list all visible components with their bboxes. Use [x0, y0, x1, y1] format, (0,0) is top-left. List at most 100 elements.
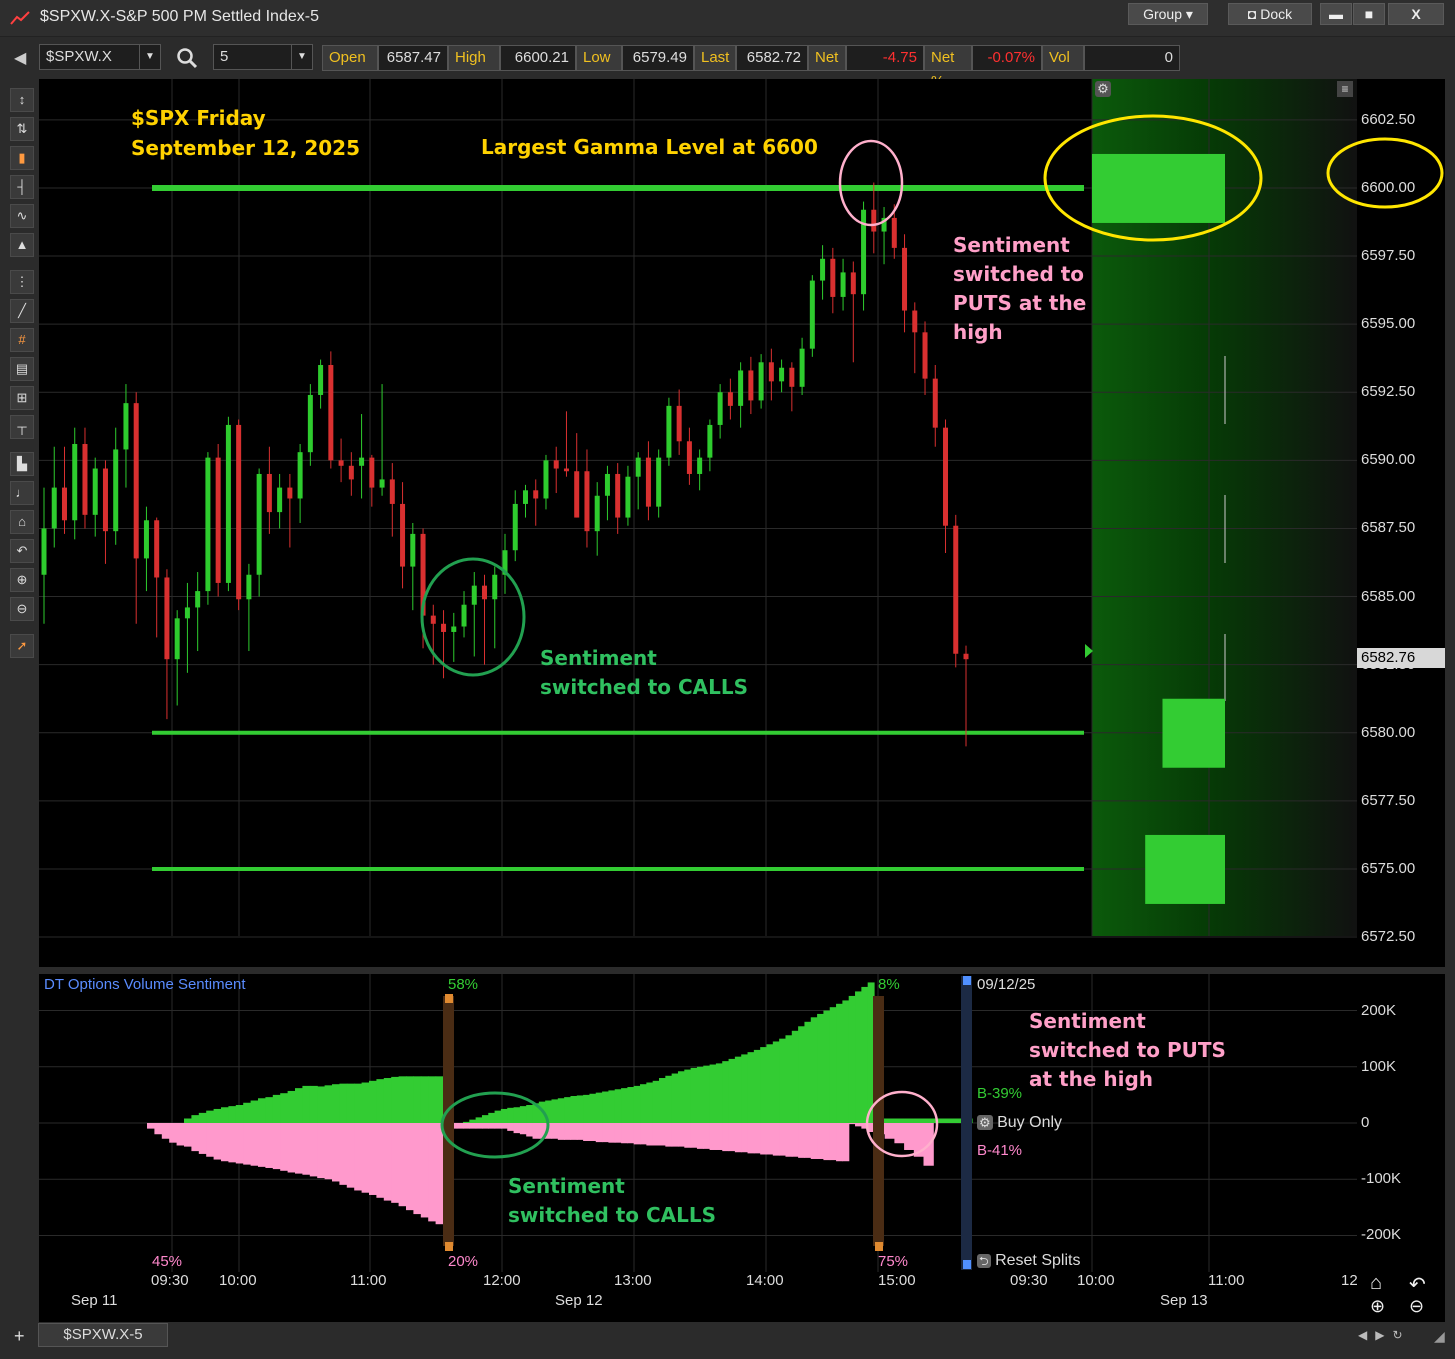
put-volume-bar — [570, 1123, 578, 1140]
zoom-in-icon[interactable]: ⊕ — [10, 568, 34, 592]
put-volume-bar — [456, 1123, 464, 1129]
candle-body — [348, 465, 354, 480]
put-volume-bar — [722, 1123, 730, 1152]
candle-body — [389, 479, 395, 504]
scroll-controls[interactable]: ◀▶↻ — [1358, 1328, 1411, 1342]
call-volume-bar — [206, 1110, 215, 1123]
time-tick: 13:00 — [614, 1272, 652, 1289]
search-icon[interactable] — [176, 47, 198, 69]
undo-icon[interactable]: ↶ — [10, 539, 34, 563]
puts-annotation: Sentiment switched to PUTS at the high — [953, 231, 1086, 347]
zoom-out-icon[interactable]: ⊖ — [1409, 1296, 1424, 1317]
minimize-button[interactable]: ▬ — [1320, 3, 1352, 25]
table-icon[interactable]: ▤ — [10, 357, 34, 381]
candle-body — [533, 490, 539, 499]
put-volume-bar — [184, 1123, 192, 1147]
price-axis[interactable]: 6602.50 6600.00 6597.50 6595.00 6592.50 6590.… — [1326, 79, 1445, 967]
put-volume-bar — [690, 1123, 698, 1148]
call-volume-bar — [391, 1076, 400, 1123]
call-volume-bar — [507, 1107, 515, 1123]
put-volume-bar — [169, 1123, 178, 1143]
interval-combo[interactable]: 5 ▼ — [213, 44, 313, 70]
trendline-icon[interactable]: ╱ — [10, 299, 34, 323]
buy-only-toggle[interactable]: ⚙ Buy Only — [977, 1114, 1062, 1132]
area-chart-icon[interactable]: ▲ — [10, 233, 34, 257]
pointer-icon[interactable]: ➚ — [10, 634, 34, 658]
chevron-down-icon[interactable]: ▼ — [291, 45, 312, 69]
put-volume-bar — [715, 1123, 723, 1150]
candle-body — [174, 618, 180, 660]
time-axis[interactable]: 09:30 10:00 11:00 12:00 13:00 14:00 15:0… — [39, 1272, 1445, 1322]
call-volume-bar — [861, 986, 869, 1123]
quote-value: 6582.72 — [736, 45, 808, 71]
call-volume-bar — [823, 1010, 831, 1123]
note-icon[interactable]: ♩ — [10, 481, 34, 505]
zoom-out-icon[interactable]: ⊖ — [10, 597, 34, 621]
put-volume-bar — [413, 1123, 422, 1215]
call-volume-bar — [519, 1106, 527, 1123]
candle-body — [92, 468, 98, 515]
candle-body — [184, 607, 190, 619]
cursor-tool-icon[interactable]: ⇅ — [10, 117, 34, 141]
candle-body — [779, 367, 785, 382]
group-dropdown[interactable]: Group ▾ — [1128, 3, 1208, 25]
group-label: Group — [1143, 6, 1182, 22]
call-volume-bar — [734, 1056, 742, 1123]
home-icon[interactable]: ⌂ — [10, 510, 34, 534]
dock-button[interactable]: ◘ Dock — [1228, 3, 1312, 25]
close-button[interactable]: X — [1388, 3, 1444, 25]
price-range-icon[interactable]: ⋮ — [10, 270, 34, 294]
candle-body — [410, 533, 416, 567]
date-annotation-line1: $SPX Friday — [131, 106, 266, 130]
time-tick: 12:00 — [483, 1272, 521, 1289]
sentiment-panel[interactable]: DT Options Volume Sentiment 58% 8% 45% 2… — [39, 974, 1357, 1272]
maximize-button[interactable]: ■ — [1353, 3, 1385, 25]
candle-body — [871, 209, 877, 232]
symbol-combo[interactable]: $SPXW.X ▼ — [39, 44, 161, 70]
call-volume-bar — [235, 1105, 244, 1123]
marker-icon[interactable]: ▙ — [10, 452, 34, 476]
split-band-2 — [873, 996, 884, 1246]
ohlc-tool-icon[interactable]: ┤ — [10, 175, 34, 199]
resize-grip-icon[interactable]: ◢ — [1434, 1328, 1445, 1345]
sub-puts-annotation: Sentiment switched to PUTS at the high — [1029, 1007, 1226, 1094]
line-chart-icon[interactable]: ∿ — [10, 204, 34, 228]
call-volume-bar — [221, 1107, 229, 1123]
call-volume-bar — [747, 1052, 755, 1123]
layout-icon[interactable]: ⊞ — [10, 386, 34, 410]
sentiment-axis[interactable]: 200K 100K 0 -100K -200K — [1357, 974, 1445, 1272]
home-icon[interactable]: ⌂ — [1370, 1272, 1382, 1295]
add-tab-button[interactable]: + — [14, 1326, 25, 1347]
call-volume-bar — [500, 1108, 508, 1123]
menu-icon[interactable]: ≡ — [1337, 81, 1353, 97]
quote-value: -4.75 — [846, 45, 924, 71]
price-tick: 6587.50 — [1361, 519, 1416, 537]
candle-body — [809, 280, 815, 349]
chart-tab[interactable]: $SPXW.X-5 — [38, 1323, 168, 1347]
put-volume-bar — [488, 1123, 496, 1129]
split-handle-top-1 — [445, 994, 453, 1003]
candle-body — [482, 585, 488, 600]
back-arrow-icon[interactable]: ◀ — [14, 48, 26, 68]
call-volume-bar — [884, 1118, 895, 1123]
call-volume-bar — [406, 1076, 414, 1123]
quote-value: 6600.21 — [500, 45, 576, 71]
crosshair-tool-icon[interactable]: ↕ — [10, 88, 34, 112]
split-icon[interactable]: ┬ — [10, 415, 34, 439]
put-volume-bar — [779, 1123, 787, 1156]
grid-icon[interactable]: # — [10, 328, 34, 352]
chevron-down-icon[interactable]: ▼ — [139, 45, 160, 69]
candle-body — [441, 623, 447, 632]
candle-body — [932, 378, 938, 428]
reset-splits-button[interactable]: ⮌ Reset Splits — [977, 1252, 1080, 1273]
price-chart-panel[interactable]: ⚙ ≡ $SPX Friday September 12, 2025 Large… — [39, 79, 1357, 967]
put-volume-bar — [295, 1123, 303, 1174]
time-tick: 10:00 — [219, 1272, 257, 1289]
undo-icon[interactable]: ↶ — [1409, 1272, 1426, 1297]
split-handle-top-3 — [963, 976, 971, 985]
zoom-in-icon[interactable]: ⊕ — [1370, 1296, 1385, 1317]
call-volume-bar — [250, 1100, 259, 1123]
gear-icon[interactable]: ⚙ — [1095, 81, 1111, 97]
put-volume-bar — [250, 1123, 259, 1166]
candlestick-tool-icon[interactable]: ▮ — [10, 146, 34, 170]
